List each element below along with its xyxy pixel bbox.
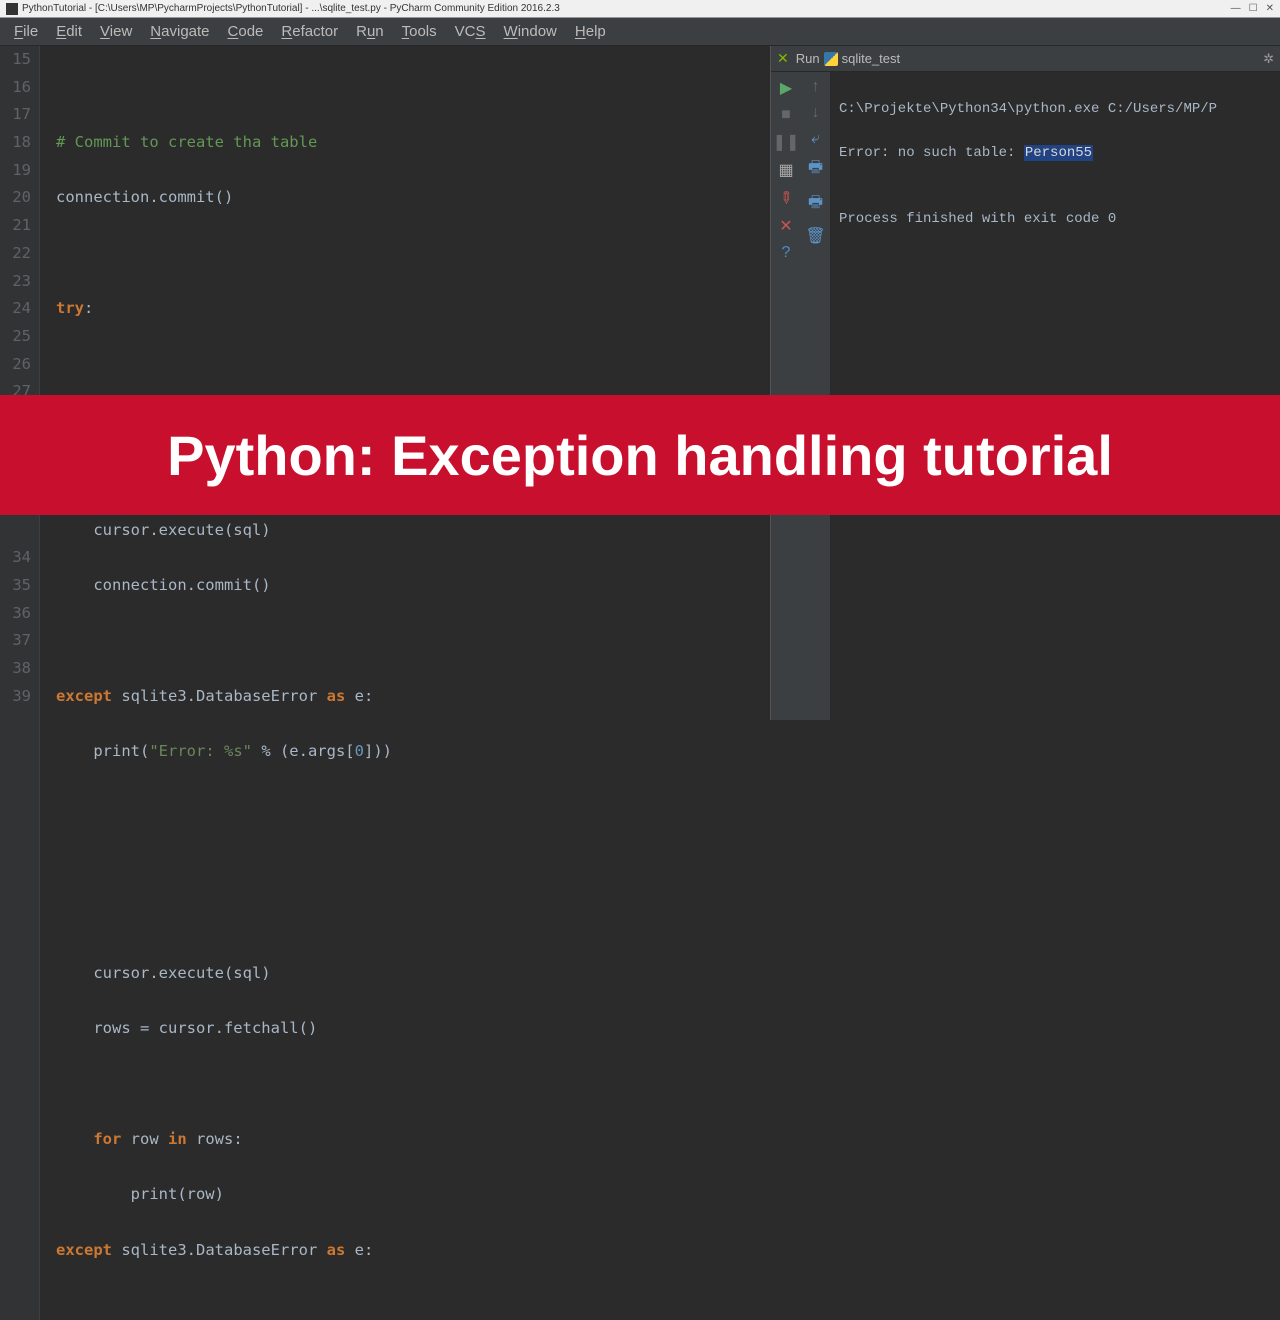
- clear-all-icon[interactable]: 🗑: [805, 226, 825, 246]
- line-gutter: 15161718192021222324252627343536373839: [0, 46, 40, 1320]
- menu-code[interactable]: Code: [220, 20, 272, 43]
- down-stack-icon[interactable]: ↓: [812, 104, 820, 122]
- menu-run[interactable]: Run: [348, 20, 392, 43]
- title-banner: Python: Exception handling tutorial: [0, 395, 1280, 515]
- stop-icon[interactable]: ■: [781, 106, 791, 124]
- dump-threads-icon[interactable]: ▦: [778, 160, 793, 180]
- gear-icon[interactable]: ✲: [1263, 51, 1274, 67]
- menu-refactor[interactable]: Refactor: [273, 20, 346, 43]
- python-icon: [824, 52, 838, 66]
- kill-icon[interactable]: ✕: [777, 50, 789, 67]
- console-line: Error: no such table: Person55: [839, 142, 1272, 164]
- menu-file[interactable]: File: [6, 20, 46, 43]
- up-stack-icon[interactable]: ↑: [812, 78, 820, 96]
- minimize-button[interactable]: —: [1231, 3, 1241, 14]
- menu-edit[interactable]: Edit: [48, 20, 90, 43]
- scroll-end-icon[interactable]: 🖶: [808, 156, 823, 183]
- run-header: ✕ Run sqlite_test ✲: [771, 46, 1280, 72]
- window-title: PythonTutorial - [C:\Users\MP\PycharmPro…: [22, 3, 560, 14]
- pycharm-icon: [6, 3, 18, 15]
- editor-pane: 15161718192021222324252627343536373839 #…: [0, 46, 770, 720]
- run-tool-window: ✕ Run sqlite_test ✲ ▶ ■ ❚❚ ▦ ✎ ✕ ? ↑ ↓ ⤶…: [770, 46, 1280, 720]
- menu-help[interactable]: Help: [567, 20, 614, 43]
- window-titlebar: PythonTutorial - [C:\Users\MP\PycharmPro…: [0, 0, 1280, 18]
- menu-navigate[interactable]: Navigate: [142, 20, 217, 43]
- pause-icon[interactable]: ❚❚: [773, 132, 800, 152]
- menu-vcs[interactable]: VCS: [447, 20, 494, 43]
- soft-wrap-icon[interactable]: ⤶: [811, 130, 820, 148]
- console-line: Process finished with exit code 0: [839, 208, 1272, 230]
- menu-tools[interactable]: Tools: [394, 20, 445, 43]
- run-label: Run: [796, 51, 820, 66]
- run-config-name[interactable]: sqlite_test: [842, 51, 901, 66]
- pin-icon[interactable]: ✎: [774, 186, 798, 210]
- banner-text: Python: Exception handling tutorial: [167, 423, 1113, 488]
- selected-text: Person55: [1024, 145, 1093, 161]
- menu-view[interactable]: View: [92, 20, 140, 43]
- main-menu: File Edit View Navigate Code Refactor Ru…: [0, 18, 1280, 46]
- menu-window[interactable]: Window: [496, 20, 565, 43]
- console-line: C:\Projekte\Python34\python.exe C:/Users…: [839, 98, 1272, 120]
- maximize-button[interactable]: ☐: [1249, 3, 1258, 14]
- close-button[interactable]: ✕: [1266, 3, 1274, 14]
- close-tab-icon[interactable]: ✕: [779, 216, 792, 236]
- help-icon[interactable]: ?: [782, 244, 791, 262]
- code-editor[interactable]: # Commit to create tha table connection.…: [40, 46, 770, 1320]
- rerun-icon[interactable]: ▶: [780, 78, 792, 98]
- print-icon[interactable]: 🖶: [808, 191, 823, 218]
